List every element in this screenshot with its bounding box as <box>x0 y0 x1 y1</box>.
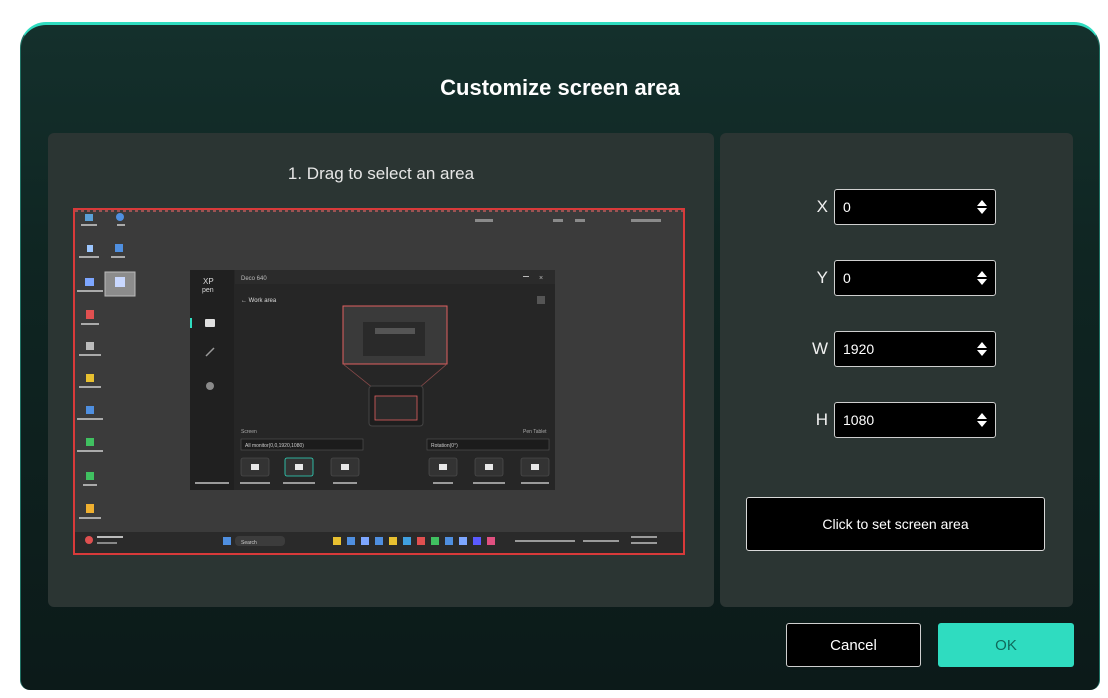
customize-screen-area-dialog: Customize screen area 1. Drag to select … <box>20 22 1100 690</box>
increment-arrow-icon[interactable] <box>977 413 987 419</box>
svg-text:Deco 640: Deco 640 <box>241 276 267 282</box>
decrement-arrow-icon[interactable] <box>977 279 987 285</box>
desktop-thumbnail: XP pen Deco 640 × ← Work area Screen Pen… <box>75 210 683 553</box>
decrement-arrow-icon[interactable] <box>977 421 987 427</box>
increment-arrow-icon[interactable] <box>977 271 987 277</box>
decrement-arrow-icon[interactable] <box>977 350 987 356</box>
dialog-title: Customize screen area <box>440 75 680 100</box>
x-spinbox[interactable]: 0 <box>834 189 996 225</box>
x-label: X <box>816 197 828 216</box>
coordinates-panel: X 0 Y 0 W 1920 H 1080 Click to set scree… <box>720 133 1073 607</box>
drag-instruction: 1. Drag to select an area <box>287 164 475 183</box>
x-value[interactable]: 0 <box>843 199 851 215</box>
ok-button[interactable]: OK <box>938 623 1074 667</box>
y-stepper[interactable] <box>977 271 987 285</box>
cancel-button[interactable]: Cancel <box>786 623 921 667</box>
x-stepper[interactable] <box>977 200 987 214</box>
w-label: W <box>811 339 828 358</box>
y-value[interactable]: 0 <box>843 270 851 286</box>
desktop-taskbar: Search <box>75 532 683 553</box>
w-field-row: W 1920 <box>806 331 996 367</box>
x-field-row: X 0 <box>806 189 996 225</box>
y-spinbox[interactable]: 0 <box>834 260 996 296</box>
increment-arrow-icon[interactable] <box>977 200 987 206</box>
h-label: H <box>815 410 828 429</box>
svg-text:Rotation(0°): Rotation(0°) <box>431 443 458 449</box>
area-selection-panel: 1. Drag to select an area XP pen Deco 64… <box>48 133 714 607</box>
y-label: Y <box>816 268 828 287</box>
svg-text:XP: XP <box>203 277 214 286</box>
xp-pen-app-window: XP pen Deco 640 × ← Work area Screen Pen… <box>190 270 555 490</box>
h-value[interactable]: 1080 <box>843 412 874 428</box>
increment-arrow-icon[interactable] <box>977 342 987 348</box>
y-field-row: Y 0 <box>806 260 996 296</box>
svg-text:← Work area: ← Work area <box>241 298 277 304</box>
svg-text:Screen: Screen <box>241 429 257 435</box>
h-spinbox[interactable]: 1080 <box>834 402 996 438</box>
svg-text:All monitor(0,0,1920,1080): All monitor(0,0,1920,1080) <box>245 443 304 449</box>
w-stepper[interactable] <box>977 342 987 356</box>
svg-text:Pen Tablet: Pen Tablet <box>523 429 547 435</box>
w-value[interactable]: 1920 <box>843 341 874 357</box>
svg-text:pen: pen <box>202 287 214 294</box>
svg-text:×: × <box>539 275 543 282</box>
set-screen-area-button[interactable]: Click to set screen area <box>746 497 1045 551</box>
h-stepper[interactable] <box>977 413 987 427</box>
h-field-row: H 1080 <box>806 402 996 438</box>
screen-preview-selection[interactable]: XP pen Deco 640 × ← Work area Screen Pen… <box>73 208 685 555</box>
w-spinbox[interactable]: 1920 <box>834 331 996 367</box>
svg-text:Search: Search <box>241 540 257 546</box>
decrement-arrow-icon[interactable] <box>977 208 987 214</box>
